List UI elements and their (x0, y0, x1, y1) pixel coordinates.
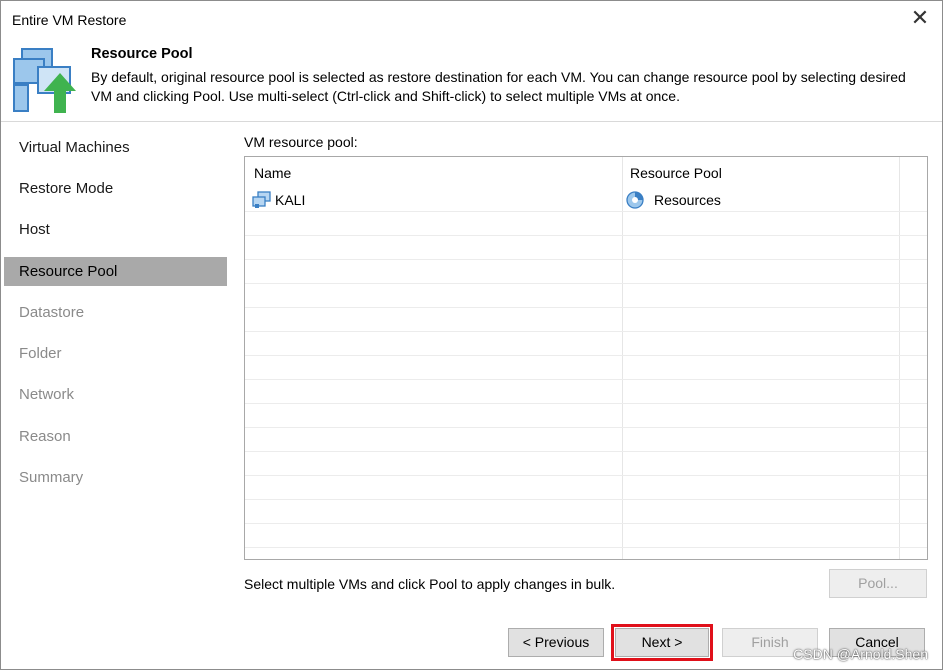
row-divider (245, 235, 927, 236)
row-divider (245, 379, 927, 380)
step-summary: Summary (19, 469, 84, 486)
section-label: VM resource pool: (244, 134, 358, 150)
next-button[interactable]: Next > (611, 624, 713, 661)
resource-pool-name: Resources (654, 192, 721, 208)
table-row[interactable]: KALI Resources (245, 187, 927, 211)
vm-name-cell: KALI (252, 191, 305, 209)
step-resource-pool[interactable]: Resource Pool (4, 257, 227, 286)
row-divider (245, 499, 927, 500)
step-description: By default, original resource pool is se… (91, 69, 906, 104)
close-icon[interactable]: ✕ (908, 7, 932, 31)
row-divider (245, 307, 927, 308)
vm-restore-icon (13, 48, 76, 113)
watermark: CSDN @Arnold.Shen (793, 646, 928, 662)
column-header-resource-pool[interactable]: Resource Pool (630, 165, 722, 181)
row-divider (245, 403, 927, 404)
window-title: Entire VM Restore (12, 12, 127, 28)
wizard-steps: Virtual Machines Restore Mode Host Resou… (4, 125, 227, 615)
row-divider (245, 283, 927, 284)
step-title: Resource Pool (91, 46, 193, 62)
row-divider (245, 331, 927, 332)
step-restore-mode[interactable]: Restore Mode (4, 174, 227, 203)
table-header: Name Resource Pool (245, 157, 927, 187)
vm-icon (252, 191, 271, 208)
row-divider (245, 451, 927, 452)
vm-name: KALI (275, 192, 306, 208)
row-divider (245, 427, 927, 428)
row-divider (245, 259, 927, 260)
row-divider (245, 523, 927, 524)
resource-pool-icon (626, 191, 644, 209)
bulk-hint: Select multiple VMs and click Pool to ap… (244, 576, 616, 592)
row-divider (245, 547, 927, 548)
pool-button[interactable]: Pool... (829, 569, 927, 598)
wizard-header: Resource Pool By default, original resou… (1, 41, 942, 119)
entire-vm-restore-dialog: Entire VM Restore ✕ Resource Pool By def… (0, 0, 943, 670)
step-reason: Reason (19, 428, 71, 445)
title-bar: Entire VM Restore ✕ (1, 1, 942, 41)
step-folder: Folder (19, 345, 62, 362)
resource-pool-cell: Resources (626, 191, 721, 209)
column-header-name[interactable]: Name (254, 165, 291, 181)
footer-divider (1, 615, 942, 616)
row-divider (245, 355, 927, 356)
previous-button[interactable]: < Previous (508, 628, 604, 657)
row-divider (245, 211, 927, 212)
step-datastore: Datastore (19, 304, 85, 321)
header-divider (1, 121, 942, 122)
step-virtual-machines[interactable]: Virtual Machines (4, 133, 227, 162)
row-divider (245, 475, 927, 476)
step-network: Network (19, 386, 75, 403)
vm-resource-pool-table[interactable]: Name Resource Pool KALI Resources (244, 156, 928, 560)
step-host[interactable]: Host (4, 215, 227, 244)
